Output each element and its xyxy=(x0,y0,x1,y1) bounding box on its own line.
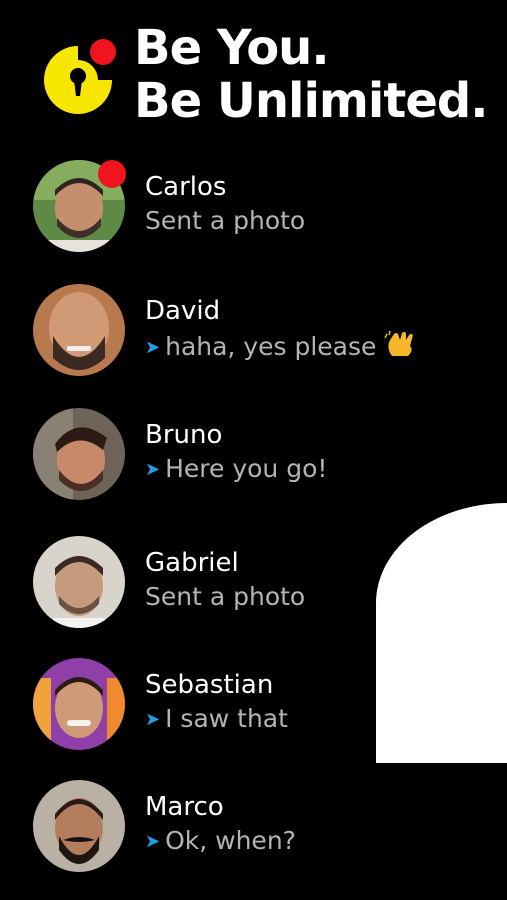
contact-name: David xyxy=(145,296,221,326)
message-preview: Sent a photo xyxy=(145,582,305,612)
message-preview: Sent a photo xyxy=(145,206,305,236)
contact-name: Carlos xyxy=(145,172,227,202)
message-preview: ➤ haha, yes please xyxy=(145,330,416,367)
sent-arrow-icon: ➤ xyxy=(145,831,161,852)
preview-text: Ok, when? xyxy=(165,826,296,855)
message-preview: ➤ I saw that xyxy=(145,704,288,735)
conversation-item-carlos[interactable]: Carlos Sent a photo xyxy=(0,160,470,260)
preview-text: haha, yes please xyxy=(165,332,377,361)
preview-text: Sent a photo xyxy=(145,206,306,235)
avatar xyxy=(33,658,125,750)
avatar xyxy=(33,536,125,628)
header: Be You. Be Unlimited. xyxy=(0,0,507,150)
message-preview: ➤ Ok, when? xyxy=(145,826,296,857)
contact-name: Marco xyxy=(145,792,224,822)
contact-name: Sebastian xyxy=(145,670,274,700)
conversation-item-bruno[interactable]: Bruno ➤ Here you go! xyxy=(0,408,470,508)
waving-hand-icon xyxy=(384,330,416,367)
conversation-item-david[interactable]: David ➤ haha, yes please xyxy=(0,284,470,384)
tagline-line-2: Be Unlimited. xyxy=(134,73,488,129)
sent-arrow-icon: ➤ xyxy=(145,709,161,730)
app-logo-icon xyxy=(44,39,116,114)
preview-text: I saw that xyxy=(165,704,288,733)
contact-name: Bruno xyxy=(145,420,223,450)
avatar xyxy=(33,284,125,376)
avatar xyxy=(33,780,125,872)
conversation-item-marco[interactable]: Marco ➤ Ok, when? xyxy=(0,780,470,880)
preview-text: Sent a photo xyxy=(145,582,306,611)
tagline: Be You. Be Unlimited. xyxy=(134,20,488,129)
avatar xyxy=(33,408,125,500)
message-preview: ➤ Here you go! xyxy=(145,454,327,485)
preview-text: Here you go! xyxy=(165,454,328,483)
unread-badge xyxy=(98,160,126,188)
sent-arrow-icon: ➤ xyxy=(145,337,161,358)
tagline-line-1: Be You. xyxy=(134,20,330,76)
sent-arrow-icon: ➤ xyxy=(145,459,161,480)
contact-name: Gabriel xyxy=(145,548,239,578)
